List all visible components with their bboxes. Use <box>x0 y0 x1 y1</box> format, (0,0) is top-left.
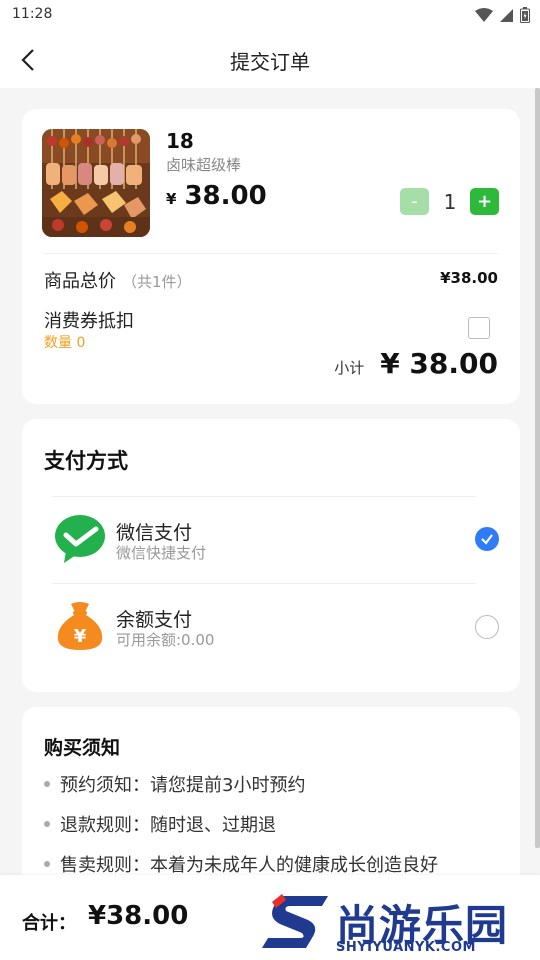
order-card: 18 卤味超级棒 ¥38.00 - 1 + 商品总价 （共1件） ¥38.00 消… <box>22 109 520 404</box>
quantity-decrease-button[interactable]: - <box>400 188 429 215</box>
payment-desc: 可用余额:0.00 <box>116 631 215 649</box>
balance-bag-icon: ¥ <box>57 602 103 650</box>
status-time: 11:28 <box>12 6 53 22</box>
status-icons <box>475 7 530 23</box>
product-name: 18 <box>166 129 194 153</box>
total-price-label: 商品总价 <box>44 271 116 292</box>
product-image <box>42 129 150 237</box>
coupon-label: 消费券抵扣 <box>44 311 134 332</box>
notice-item: 预约须知：请您提前3小时预约 <box>44 771 305 797</box>
quantity-increase-button[interactable]: + <box>470 188 499 215</box>
notice-title: 购买须知 <box>44 737 121 759</box>
bullet-dot <box>44 781 50 787</box>
check-icon <box>481 534 493 545</box>
radio-selected[interactable] <box>475 527 499 551</box>
coupon-checkbox[interactable] <box>468 317 490 339</box>
scrollbar[interactable] <box>535 88 540 848</box>
total-price-row: 商品总价 （共1件） <box>44 267 192 293</box>
subtotal-value: ¥ 38.00 <box>380 347 498 380</box>
radio-unselected[interactable] <box>475 615 499 639</box>
brand-s-logo <box>262 894 328 948</box>
signal-icon <box>500 8 513 22</box>
nav-bar: 提交订单 <box>0 30 540 88</box>
product-subtitle: 卤味超级棒 <box>166 156 242 174</box>
payment-name: 微信支付 <box>116 522 193 544</box>
watermark-logo: 尚游乐园 SHYIYUANYK.COM <box>262 890 538 960</box>
notice-text: 退款规则：随时退、过期退 <box>60 815 276 836</box>
divider <box>52 583 476 584</box>
subtotal: 小计 ¥ 38.00 <box>334 347 498 380</box>
subtotal-label: 小计 <box>334 359 365 377</box>
payment-desc: 微信快捷支付 <box>116 544 207 562</box>
notice-item: 售卖规则：本着为未成年人的健康成长创造良好 <box>44 851 438 877</box>
divider <box>52 496 476 497</box>
total-count: （共1件） <box>122 273 192 291</box>
bullet-dot <box>44 821 50 827</box>
battery-icon <box>520 7 530 23</box>
notice-text: 预约须知：请您提前3小时预约 <box>60 775 306 796</box>
notice-text: 售卖规则：本着为未成年人的健康成长创造良好 <box>60 855 438 876</box>
wechat-pay-icon <box>55 515 105 563</box>
payment-title: 支付方式 <box>44 449 128 473</box>
total-price-value: ¥38.00 <box>440 269 498 287</box>
status-bar: 11:28 <box>0 0 540 30</box>
price-currency: ¥ <box>166 190 177 208</box>
quantity-value: 1 <box>443 190 457 214</box>
bullet-dot <box>44 861 50 867</box>
coupon-count: 数量 0 <box>44 335 86 351</box>
brand-url: SHYIYUANYK.COM <box>336 940 476 955</box>
sum-value: ¥38.00 <box>88 901 189 931</box>
price-value: 38.00 <box>184 181 267 211</box>
page-title: 提交订单 <box>230 50 310 74</box>
product-price: ¥38.00 <box>166 181 267 211</box>
sum-label: 合计： <box>22 913 76 934</box>
svg-text:¥: ¥ <box>74 626 87 647</box>
payment-name: 余额支付 <box>116 609 193 631</box>
payment-card: 支付方式 微信支付 微信快捷支付 ¥ 余额支付 可用余额:0.00 <box>22 419 520 692</box>
wifi-icon <box>475 7 493 22</box>
notice-item: 退款规则：随时退、过期退 <box>44 811 276 837</box>
divider <box>44 253 498 254</box>
